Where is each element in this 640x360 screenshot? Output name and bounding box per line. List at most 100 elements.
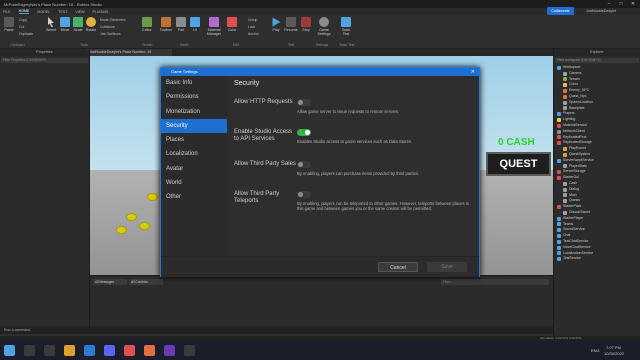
nav-security[interactable]: Security bbox=[161, 118, 227, 134]
explorer-item-icon bbox=[557, 170, 561, 175]
windows-start-icon[interactable] bbox=[4, 345, 15, 356]
ribbon-toolbar: Paste Copy Cut Duplicate Select Move Sca… bbox=[0, 15, 640, 49]
third-party-teleports-toggle[interactable] bbox=[297, 191, 311, 198]
explorer-item-icon bbox=[557, 112, 561, 117]
user-name[interactable]: JosiNoubleDeaylet bbox=[586, 9, 616, 13]
stop-button[interactable]: Stop bbox=[300, 17, 312, 32]
clock-time[interactable]: 7:07 PM bbox=[606, 345, 621, 350]
section-title: Security bbox=[234, 80, 260, 87]
move-tool[interactable]: Move bbox=[58, 17, 72, 32]
toggle-knob bbox=[305, 130, 310, 135]
task-view-icon[interactable] bbox=[44, 345, 55, 356]
color-button[interactable]: Color bbox=[226, 17, 238, 32]
terrain-editor-button[interactable]: Editor bbox=[140, 17, 154, 32]
properties-filter-input[interactable]: Filter Properties (Ctrl+Shift+P) bbox=[1, 58, 88, 63]
clock-date[interactable]: 10/30/2022 bbox=[604, 351, 624, 356]
tab-model[interactable]: MODEL bbox=[37, 10, 50, 14]
discord-icon[interactable] bbox=[104, 345, 115, 356]
nav-other[interactable]: Other bbox=[161, 190, 227, 204]
coin bbox=[139, 222, 150, 230]
game-settings-button[interactable]: Game Settings bbox=[315, 17, 333, 36]
roblox-studio-icon[interactable] bbox=[144, 345, 155, 356]
nav-localization[interactable]: Localization bbox=[161, 147, 227, 161]
messages-filter-dropdown[interactable]: All Messages bbox=[93, 279, 127, 285]
search-icon[interactable] bbox=[24, 345, 35, 356]
toolbox-button[interactable]: Toolbox bbox=[158, 17, 174, 32]
third-party-teleports-desc: By enabling, players can be teleported t… bbox=[297, 201, 470, 212]
play-button[interactable]: Play bbox=[270, 17, 282, 32]
explorer-item-icon bbox=[563, 94, 567, 99]
edge-browser-icon[interactable] bbox=[84, 345, 95, 356]
explorer-item[interactable]: TestService bbox=[554, 256, 640, 262]
nav-places[interactable]: Places bbox=[161, 133, 227, 147]
join-surfaces-checkbox[interactable]: Join Surfaces bbox=[100, 32, 121, 36]
cancel-button[interactable]: Cancel bbox=[378, 262, 418, 272]
team-test-icon bbox=[341, 17, 351, 27]
tab-view[interactable]: VIEW bbox=[75, 10, 84, 14]
app-icon[interactable] bbox=[184, 345, 195, 356]
tab-file[interactable]: FILE bbox=[3, 10, 11, 14]
tab-place[interactable]: JosiNoubleDeaylet's Place Number: 16 bbox=[86, 49, 172, 56]
app-icon[interactable] bbox=[164, 345, 175, 356]
copy-button[interactable]: Copy bbox=[19, 18, 27, 22]
ribbon-tab-bar: FILE HOME MODEL TEST VIEW PLUGINS bbox=[0, 8, 640, 15]
dialog-close-icon[interactable]: ✕ bbox=[471, 68, 475, 76]
explorer-filter-input[interactable]: Filter workspace (Ctrl+Shift+X) bbox=[555, 58, 639, 63]
ui-button[interactable]: UI bbox=[189, 17, 201, 32]
select-tool[interactable]: Select bbox=[44, 17, 58, 32]
output-search-input[interactable]: Filter... bbox=[441, 279, 549, 285]
stop-icon bbox=[301, 17, 311, 27]
nav-monetization[interactable]: Monetization bbox=[161, 105, 227, 119]
paste-button[interactable]: Paste bbox=[2, 17, 16, 32]
nav-basic-info[interactable]: Basic Info bbox=[161, 76, 227, 90]
explorer-item-icon bbox=[557, 158, 561, 163]
rotate-tool[interactable]: Rotate bbox=[84, 17, 98, 32]
explorer-item-icon bbox=[563, 83, 567, 88]
game-settings-icon bbox=[319, 17, 329, 27]
close-window-button[interactable]: ✕ bbox=[628, 0, 638, 8]
part-button[interactable]: Part bbox=[175, 17, 187, 32]
collisions-checkbox[interactable]: Collisions bbox=[100, 25, 115, 29]
material-manager-button[interactable]: Material Manager bbox=[205, 17, 223, 36]
duplicate-button[interactable]: Duplicate bbox=[19, 32, 33, 36]
explorer-tree: Workspace Camera Terrain Coins Enemy_NPC Ques… bbox=[554, 65, 640, 262]
tab-test[interactable]: TEST bbox=[58, 10, 67, 14]
save-button[interactable]: Save bbox=[427, 262, 467, 272]
anchor-button[interactable]: Anchor bbox=[248, 32, 259, 36]
tab-plugins[interactable]: PLUGINS bbox=[93, 10, 109, 14]
third-party-sales-toggle[interactable] bbox=[297, 161, 311, 168]
maximize-button[interactable]: □ bbox=[616, 0, 626, 8]
scale-tool[interactable]: Scale bbox=[71, 17, 85, 32]
command-bar[interactable]: Run a command bbox=[0, 326, 640, 334]
windows-taskbar: ENG 7:07 PM 10/30/2022 bbox=[0, 341, 640, 360]
api-services-toggle[interactable] bbox=[297, 129, 311, 136]
collaborate-button[interactable]: Collaborate bbox=[547, 7, 574, 15]
nav-world[interactable]: World bbox=[161, 176, 227, 190]
cut-button[interactable]: Cut bbox=[19, 25, 24, 29]
team-test-button[interactable]: Team Test bbox=[338, 17, 354, 36]
explorer-item-icon bbox=[557, 239, 561, 244]
file-explorer-icon[interactable] bbox=[64, 345, 75, 356]
lock-button[interactable]: Lock bbox=[248, 25, 255, 29]
explorer-item-icon bbox=[563, 210, 567, 215]
mode-dropdown[interactable]: Geometric bbox=[110, 18, 126, 22]
tab-home[interactable]: HOME bbox=[18, 9, 30, 14]
input-language[interactable]: ENG bbox=[591, 348, 600, 353]
explorer-item-icon bbox=[557, 245, 561, 250]
group-edit: Edit bbox=[233, 43, 239, 47]
properties-panel: Properties Filter Properties (Ctrl+Shift… bbox=[0, 50, 90, 326]
http-requests-toggle[interactable] bbox=[297, 99, 311, 106]
explorer-item-icon bbox=[557, 216, 561, 221]
explorer-panel: Explorer Filter workspace (Ctrl+Shift+X)… bbox=[553, 50, 640, 336]
quest-button[interactable]: QUEST bbox=[486, 152, 551, 176]
group-button[interactable]: Group bbox=[248, 18, 257, 22]
explorer-title: Explorer bbox=[554, 50, 640, 56]
roblox-icon[interactable] bbox=[124, 345, 135, 356]
minimize-button[interactable]: – bbox=[604, 0, 614, 8]
http-requests-label: Allow HTTP Requests bbox=[234, 99, 293, 105]
toggle-knob bbox=[298, 192, 303, 197]
resume-button[interactable]: Resume bbox=[284, 17, 298, 32]
contexts-filter-dropdown[interactable]: All Contexts bbox=[129, 279, 163, 285]
nav-permissions[interactable]: Permissions bbox=[161, 90, 227, 104]
nav-avatar[interactable]: Avatar bbox=[161, 162, 227, 176]
